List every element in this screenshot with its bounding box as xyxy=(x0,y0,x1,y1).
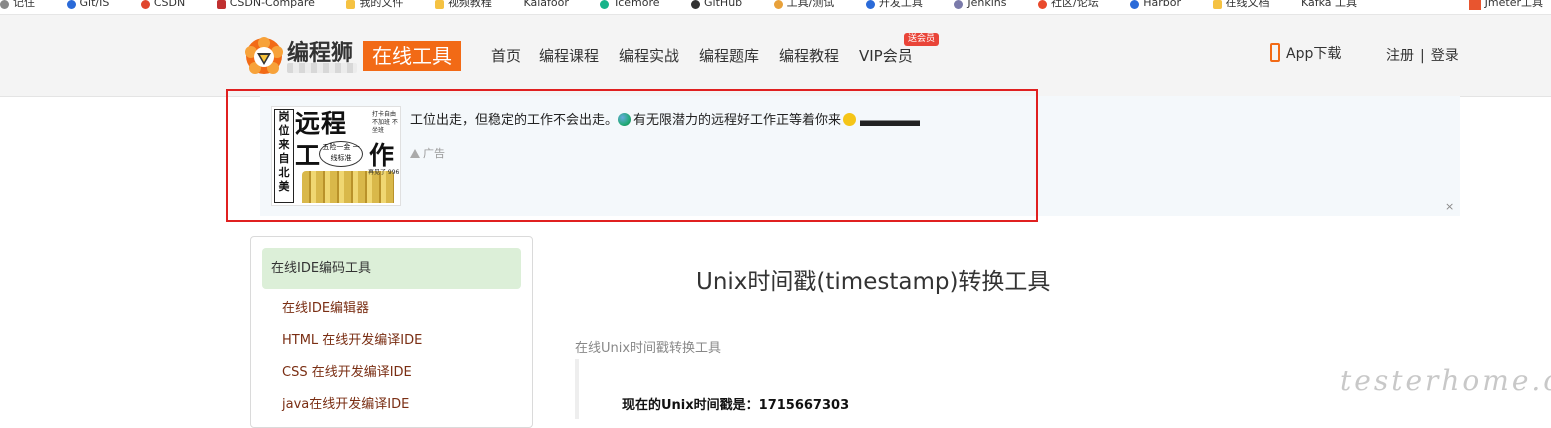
bookmark-icon xyxy=(1130,0,1140,9)
highlight-annotation-box xyxy=(226,89,1038,222)
bookmark-icon xyxy=(1468,0,1481,10)
nav-tutorials[interactable]: 编程教程 xyxy=(779,45,839,66)
register-link[interactable]: 注册 xyxy=(1386,48,1414,64)
online-tools-badge[interactable]: 在线工具 xyxy=(363,41,461,71)
bookmark-icon xyxy=(600,0,610,9)
lion-logo-icon xyxy=(245,37,283,74)
bookmark-item[interactable]: 社区/论坛 xyxy=(1038,0,1099,9)
app-download-label: App下载 xyxy=(1286,46,1342,62)
sidebar-item-java-ide[interactable]: java在线开发编译IDE xyxy=(282,393,409,412)
current-timestamp: 现在的Unix时间戳是：1715667303 xyxy=(622,394,849,413)
sidebar-item-ide-editor[interactable]: 在线IDE编辑器 xyxy=(282,297,369,316)
bookmark-item[interactable]: Kalafoor xyxy=(523,0,568,8)
phone-icon xyxy=(1270,42,1280,62)
page-title: Unix时间戳(timestamp)转换工具 xyxy=(696,269,1051,295)
nav-home[interactable]: 首页 xyxy=(491,45,521,66)
bookmark-item[interactable]: 开发工具 xyxy=(865,0,923,9)
bookmark-icon xyxy=(954,0,964,9)
bookmark-item[interactable]: CSDN-Compare xyxy=(216,0,315,9)
sidebar: 在线IDE编码工具 在线IDE编辑器 HTML 在线开发编译IDE CSS 在线… xyxy=(250,236,533,428)
bookmark-item[interactable]: 在线文档 xyxy=(1212,0,1270,9)
bookmark-item[interactable]: GitHub xyxy=(691,0,742,9)
github-icon xyxy=(691,0,701,9)
timestamp-label: 现在的Unix时间戳是： xyxy=(622,398,759,413)
sidebar-item-css-ide[interactable]: CSS 在线开发编译IDE xyxy=(282,361,412,380)
vip-promo-badge: 送会员 xyxy=(904,33,940,46)
section-label: 在线Unix时间戳转换工具 xyxy=(575,341,722,356)
quote-bar xyxy=(575,359,579,419)
logo-subtext-blurred xyxy=(287,63,357,73)
nav-practice[interactable]: 编程实战 xyxy=(619,45,679,66)
nav-courses[interactable]: 编程课程 xyxy=(539,45,599,66)
folder-icon xyxy=(346,0,356,9)
auth-separator: | xyxy=(1420,48,1425,64)
timestamp-value: 1715667303 xyxy=(758,398,850,413)
bookmark-icon xyxy=(773,0,783,9)
bookmark-icon xyxy=(66,0,76,9)
bookmark-icon xyxy=(0,0,9,9)
sidebar-item-html-ide[interactable]: HTML 在线开发编译IDE xyxy=(282,329,422,348)
bookmark-item[interactable]: Kafka 工具 xyxy=(1301,0,1357,8)
folder-icon xyxy=(434,0,444,9)
nav-vip[interactable]: VIP会员 xyxy=(859,45,913,66)
bookmarks-bar: 记住 Git/IS CSDN CSDN-Compare 我的文件 视频教程 Ka… xyxy=(0,0,1551,15)
app-download-link[interactable]: App下载 xyxy=(1270,42,1342,64)
bookmark-item[interactable]: Git/IS xyxy=(66,0,109,9)
bookmark-item[interactable]: 视频教程 xyxy=(434,0,492,9)
bookmark-item[interactable]: 记住 xyxy=(0,0,35,9)
site-watermark: testerhome.com xyxy=(1340,364,1551,397)
nav-question-bank[interactable]: 编程题库 xyxy=(699,45,759,66)
bookmark-item[interactable]: Jenkins xyxy=(954,0,1007,9)
login-link[interactable]: 登录 xyxy=(1431,48,1459,64)
bookmark-item[interactable]: Jmeter工具 xyxy=(1468,0,1543,10)
bookmark-icon xyxy=(865,0,875,9)
folder-icon xyxy=(1212,0,1222,9)
site-header: 编程狮 在线工具 首页 编程课程 编程实战 编程题库 编程教程 VIP会员 送会… xyxy=(0,15,1551,97)
bookmark-item[interactable]: Harbor xyxy=(1130,0,1181,9)
bookmark-icon xyxy=(216,0,226,9)
bookmark-item[interactable]: 工具/测试 xyxy=(773,0,834,9)
bookmark-icon xyxy=(1038,0,1047,9)
bookmark-item[interactable]: CSDN xyxy=(140,0,185,9)
sidebar-heading[interactable]: 在线IDE编码工具 xyxy=(262,248,521,289)
auth-links: 注册 | 登录 xyxy=(1386,45,1459,65)
bookmark-icon xyxy=(140,0,150,9)
bookmark-item[interactable]: Tcemore xyxy=(600,0,660,9)
ad-close-button[interactable]: × xyxy=(1445,200,1454,213)
bookmark-item[interactable]: 我的文件 xyxy=(346,0,403,9)
